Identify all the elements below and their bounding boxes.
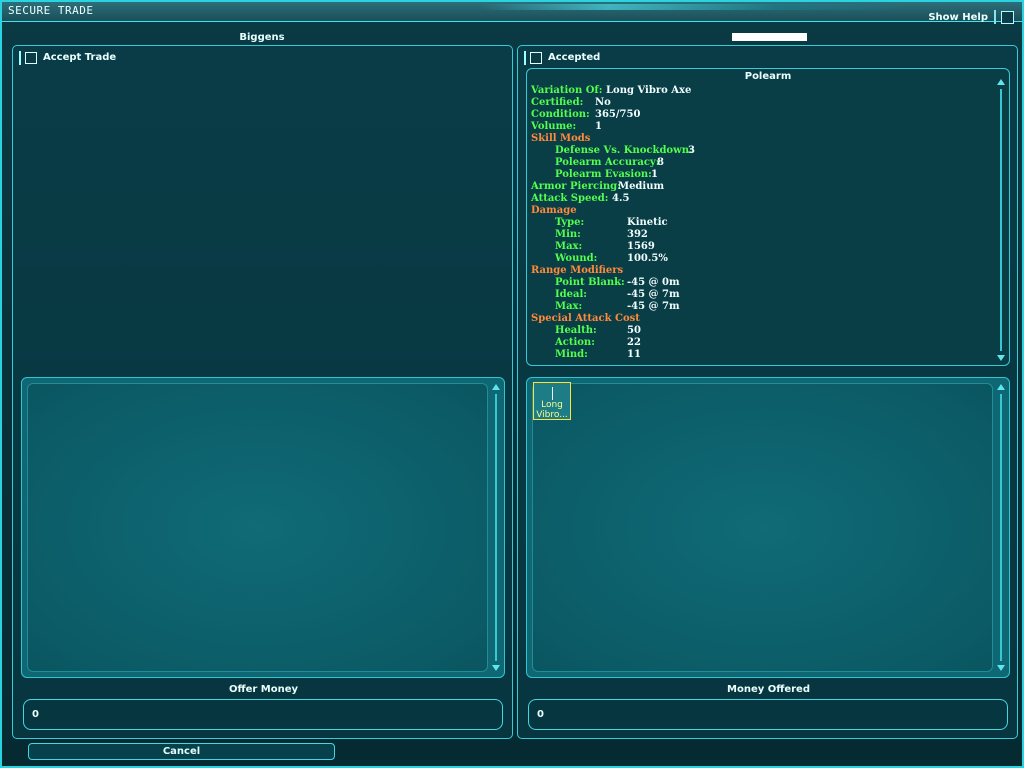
health-value: 50 [627,325,641,336]
min-key: Min: [555,229,581,240]
offer-money-input[interactable]: 0 [23,699,503,730]
accept-trade-row[interactable]: Accept Trade [19,50,219,66]
type-key: Type: [555,217,585,228]
skill-mods-heading: Skill Mods [531,133,591,144]
max-key: Max: [555,241,583,252]
vibro-axe-icon [552,387,553,400]
scroll-up-arrow-icon[interactable] [492,384,500,390]
mind-key: Mind: [555,349,588,360]
offer-money-value: 0 [32,709,39,720]
range-max-key: Max: [555,301,583,312]
variation-key: Variation Of: [531,85,603,96]
armor-value: Medium [618,181,665,192]
tooltip-title: Polearm [744,71,792,82]
cancel-button[interactable]: Cancel [28,743,335,760]
accepted-checkbox [530,52,542,64]
my-offer-box [21,377,505,678]
accuracy-value: 8 [657,157,664,168]
mind-value: 11 [627,349,641,360]
their-offer-box [526,377,1010,678]
offered-item-slot[interactable]: Long Vibro... [533,382,571,420]
defense-key: Defense Vs. Knockdown: [555,145,693,156]
action-value: 22 [627,337,641,348]
show-help-label: Show Help [928,12,988,23]
ideal-value: -45 @ 7m [627,289,680,300]
condition-key: Condition: [531,109,590,120]
their-offer-scrollbar[interactable] [997,384,1005,671]
item-tooltip: Polearm Variation Of: Long Vibro Axe Cer… [526,68,1010,366]
scroll-track[interactable] [1000,89,1002,351]
max-value: 1569 [627,241,655,252]
condition-value: 365/750 [595,109,641,120]
range-max-value: -45 @ 7m [627,301,680,312]
show-help-checkbox[interactable] [1001,11,1014,24]
scroll-down-arrow-icon[interactable] [492,665,500,671]
defense-value: 3 [688,145,695,156]
variation-value: Long Vibro Axe [606,85,692,96]
certified-value: No [595,97,611,108]
left-panel-header: Biggens [239,32,285,43]
volume-value: 1 [595,121,602,132]
wound-value: 100.5% [627,253,668,264]
evasion-key: Polearm Evasion: [555,169,652,180]
money-offered-value: 0 [537,709,544,720]
point-blank-key: Point Blank: [555,277,625,288]
title-decoration [482,4,902,10]
accepted-divider [524,51,526,65]
evasion-value: 1 [651,169,658,180]
money-offered-field: 0 [528,699,1008,730]
window-title: SECURE TRADE [8,4,94,17]
trade-partner-name [732,33,807,41]
volume-key: Volume: [531,121,577,132]
action-key: Action: [555,337,595,348]
min-value: 392 [627,229,648,240]
scroll-down-arrow-icon[interactable] [997,665,1005,671]
wound-key: Wound: [555,253,598,264]
speed-key: Attack Speed: [531,193,609,204]
accuracy-key: Polearm Accuracy: [555,157,660,168]
offered-item-label: Long Vibro... [536,400,568,420]
left-panel: Accept Trade Offer Money 0 [12,45,513,739]
scroll-up-arrow-icon[interactable] [997,79,1005,85]
health-key: Health: [555,325,597,336]
title-bar[interactable]: SECURE TRADE [2,2,1022,22]
help-divider [994,10,996,24]
my-offer-slots[interactable] [27,383,488,672]
type-value: Kinetic [627,217,668,228]
speed-value: 4.5 [612,193,630,204]
certified-key: Certified: [531,97,584,108]
money-offered-label: Money Offered [727,684,810,695]
accept-trade-label: Accept Trade [43,52,117,63]
offer-money-label: Offer Money [228,684,299,695]
accept-trade-divider [19,51,21,65]
my-offer-scrollbar[interactable] [492,384,500,671]
their-offer-slots[interactable] [532,383,993,672]
accept-trade-checkbox[interactable] [25,52,37,64]
point-blank-value: -45 @ 0m [627,277,680,288]
scroll-track[interactable] [1000,394,1002,661]
armor-key: Armor Piercing: [531,181,621,192]
range-modifiers-heading: Range Modifiers [531,265,624,276]
ideal-key: Ideal: [555,289,588,300]
tooltip-scrollbar[interactable] [997,79,1005,361]
scroll-track[interactable] [495,394,497,661]
scroll-up-arrow-icon[interactable] [997,384,1005,390]
secure-trade-window: SECURE TRADE Show Help Biggens Accept Tr… [0,0,1024,768]
damage-heading: Damage [531,205,577,216]
accepted-label: Accepted [548,52,601,63]
accepted-row: Accepted [524,50,724,66]
special-attack-cost-heading: Special Attack Cost [531,313,640,324]
scroll-down-arrow-icon[interactable] [997,355,1005,361]
